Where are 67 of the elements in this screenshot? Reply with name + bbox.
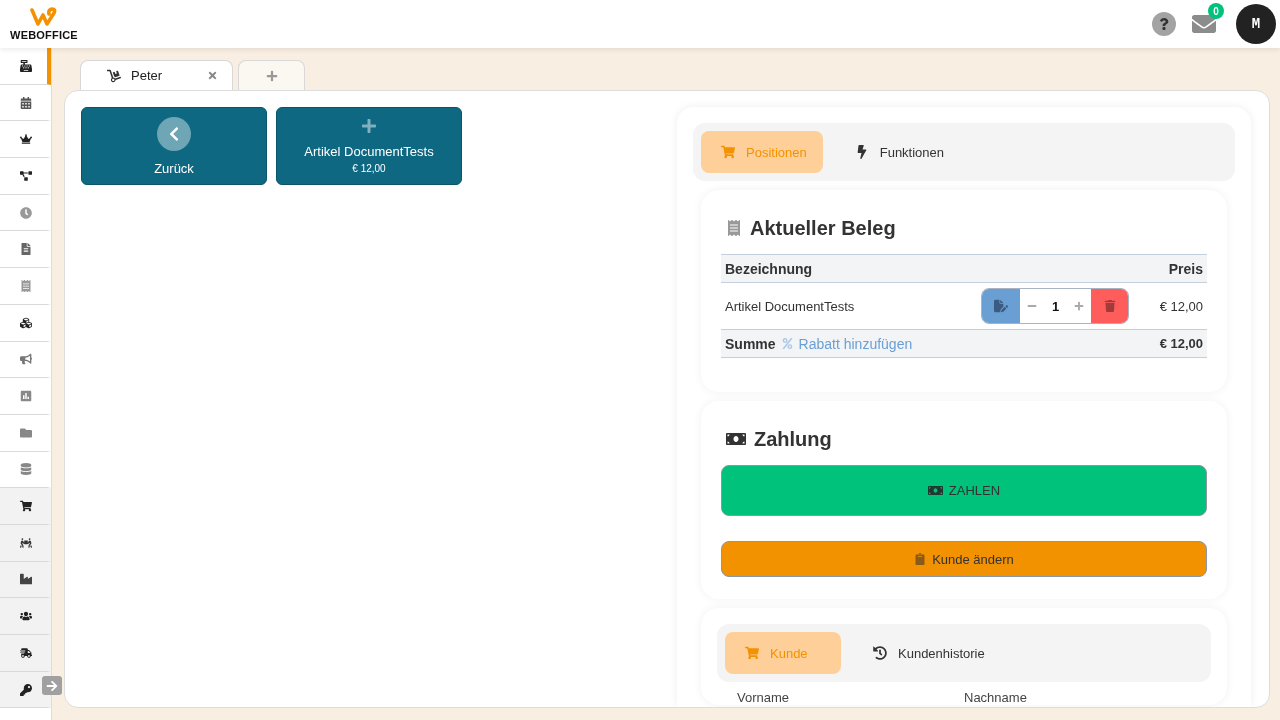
total-value: € 12,00	[1158, 336, 1203, 351]
key-icon	[19, 683, 32, 696]
logo-text: WEBOFFICE	[10, 29, 78, 41]
notification-badge: 0	[1208, 3, 1224, 19]
factory-icon	[19, 573, 32, 586]
column-header: Preis	[1168, 260, 1203, 277]
clock-icon	[19, 206, 32, 219]
card-title: Zahlung	[754, 427, 832, 451]
cash-register-icon	[19, 59, 32, 72]
back-tile[interactable]: Zurück	[81, 107, 267, 185]
file-pen-icon	[994, 299, 1008, 313]
cubes-icon	[19, 316, 32, 329]
close-icon	[207, 70, 218, 81]
arrow-right-icon	[46, 679, 58, 692]
dolly-icon	[107, 68, 121, 83]
file-icon	[19, 243, 32, 256]
column-header: Bezeichnung	[725, 260, 813, 277]
percent-icon	[781, 338, 793, 349]
plus-icon	[1074, 301, 1084, 311]
table-cell-text: Artikel DocumentTests	[725, 298, 856, 314]
plus-icon	[361, 117, 377, 134]
help-icon[interactable]	[1152, 12, 1176, 36]
back-icon	[157, 116, 191, 151]
pay-button[interactable]: ZAHLEN	[721, 465, 1207, 516]
calendar-icon	[19, 96, 32, 109]
sidebar-item[interactable]	[0, 488, 51, 525]
edit-button[interactable]	[982, 289, 1020, 323]
sidebar-item[interactable]	[0, 561, 51, 599]
sidebar-item[interactable]	[0, 598, 51, 635]
panel-tab[interactable]: Kundenhistorie	[853, 632, 1001, 674]
panel-tab[interactable]: Funktionen	[834, 131, 961, 173]
tile-price: € 12,00	[352, 162, 386, 175]
megaphone-icon	[19, 353, 32, 366]
diagram-icon	[19, 169, 32, 182]
article-tile[interactable]: Artikel DocumentTests € 12,00	[276, 107, 462, 185]
folder-icon	[19, 426, 32, 439]
table-cell-text: € 12,00	[1158, 298, 1203, 314]
users-icon	[19, 610, 32, 623]
cart-icon	[745, 646, 759, 660]
database-icon	[19, 463, 32, 476]
quantity-value: 1	[1050, 297, 1061, 316]
cart-icon	[721, 145, 735, 159]
bar-chart-icon	[19, 390, 32, 403]
receipt-icon	[726, 220, 742, 236]
sidebar-item[interactable]	[0, 48, 51, 85]
field-label: Nachname	[964, 690, 1028, 705]
document-tab[interactable]: Peter	[80, 60, 233, 90]
truck-icon	[19, 646, 32, 659]
receipt-icon	[19, 279, 32, 292]
crown-icon	[19, 133, 32, 146]
clipboard-icon	[914, 553, 927, 565]
user-avatar[interactable]: M	[1236, 4, 1276, 44]
expand-sidebar-button[interactable]	[42, 676, 62, 695]
people-carry-icon	[19, 536, 32, 549]
history-icon	[873, 646, 887, 660]
delete-button[interactable]	[1091, 289, 1128, 323]
plus-icon	[265, 69, 278, 82]
field-label: Vorname	[737, 690, 791, 705]
logo-icon	[30, 7, 58, 27]
cart-icon	[19, 500, 32, 513]
total-label: Summe	[725, 335, 776, 352]
sidebar-item[interactable]	[0, 635, 51, 672]
money-icon	[927, 483, 943, 498]
tab-label: Peter	[131, 68, 164, 83]
change-customer-button[interactable]: Kunde ändern	[721, 541, 1207, 577]
card-title: Aktueller Beleg	[750, 216, 896, 240]
trash-icon	[1103, 300, 1116, 312]
